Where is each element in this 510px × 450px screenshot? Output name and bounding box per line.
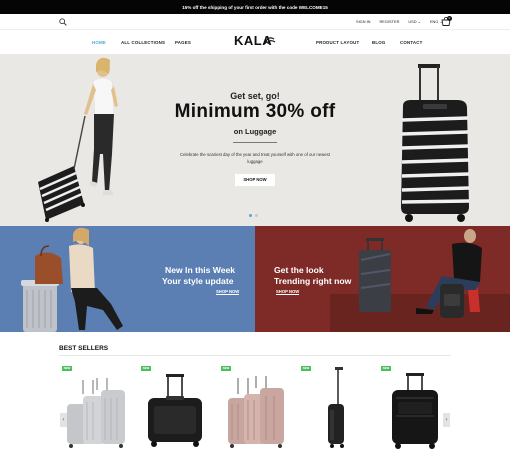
hero-suitcase-image (401, 64, 470, 222)
hero-divider (233, 142, 277, 143)
main-nav: HOME ALL COLLECTIONS PAGES KALA PRODUCT … (0, 30, 510, 54)
account-links: SIGN IN REGISTER USD ⌄ ENG ⌄ (356, 19, 443, 25)
banner-heading-1: New In this Week (165, 265, 236, 275)
product-card[interactable]: NEW (300, 366, 370, 450)
hero-description: Celebrate the scariest day of the year a… (180, 152, 330, 164)
promo-banner-new-in[interactable]: New In this Week Your style update SHOP … (0, 226, 255, 332)
banner-heading-1: Get the look (274, 265, 324, 275)
hero-slider: Get set, go! Minimum 30% off on Luggage … (0, 54, 510, 226)
product-image (392, 373, 438, 449)
banner-shop-now-link[interactable]: SHOP NOW (276, 289, 300, 295)
product-image (148, 374, 202, 447)
sign-in-link[interactable]: SIGN IN (356, 19, 370, 25)
section-divider (59, 355, 451, 356)
promo-banner-trending[interactable]: Get the look Trending right now SHOP NOW (255, 226, 510, 332)
language-value: ENG (429, 19, 439, 24)
nav-contact[interactable]: CONTACT (400, 40, 423, 45)
product-image (328, 367, 344, 448)
logo-mark-icon (264, 37, 276, 45)
announcement-text: 15% off the shipping of your first order… (182, 4, 328, 10)
register-link[interactable]: REGISTER (379, 19, 399, 25)
product-image (67, 378, 125, 448)
slider-dot[interactable] (249, 214, 252, 217)
cart-count-badge: 0 (447, 16, 452, 21)
banner-shop-now-link[interactable]: SHOP NOW (216, 289, 240, 295)
nav-pages[interactable]: PAGES (175, 40, 191, 45)
banner-heading-2: Trending right now (274, 276, 352, 286)
nav-product-layout[interactable]: PRODUCT LAYOUT (316, 40, 359, 45)
best-sellers-title: BEST SELLERS (59, 345, 109, 352)
slider-dot[interactable] (255, 214, 258, 217)
new-badge: NEW (62, 366, 72, 371)
currency-select[interactable]: USD ⌄ (408, 19, 421, 25)
announcement-bar: 15% off the shipping of your first order… (0, 0, 510, 14)
banner-model-image (21, 227, 123, 332)
product-card[interactable]: NEW (380, 366, 450, 450)
new-badge: NEW (221, 366, 231, 371)
banner-heading-2: Your style update (162, 276, 234, 286)
nav-home[interactable]: HOME (92, 40, 106, 45)
search-icon[interactable] (59, 18, 67, 26)
utility-bar: SIGN IN REGISTER USD ⌄ ENG ⌄ 0 (0, 14, 510, 30)
currency-value: USD (408, 19, 417, 24)
product-image (228, 376, 284, 448)
nav-blog[interactable]: BLOG (372, 40, 385, 45)
nav-all-collections[interactable]: ALL COLLECTIONS (121, 40, 165, 45)
product-card[interactable]: NEW (220, 366, 290, 450)
hero-model-image (38, 57, 118, 222)
banner-traveler-image (330, 229, 510, 332)
product-card[interactable]: NEW (61, 366, 131, 450)
product-card[interactable]: NEW (140, 366, 210, 450)
hero-shop-now-button[interactable]: SHOP NOW (235, 174, 275, 186)
slider-dots (249, 214, 258, 217)
